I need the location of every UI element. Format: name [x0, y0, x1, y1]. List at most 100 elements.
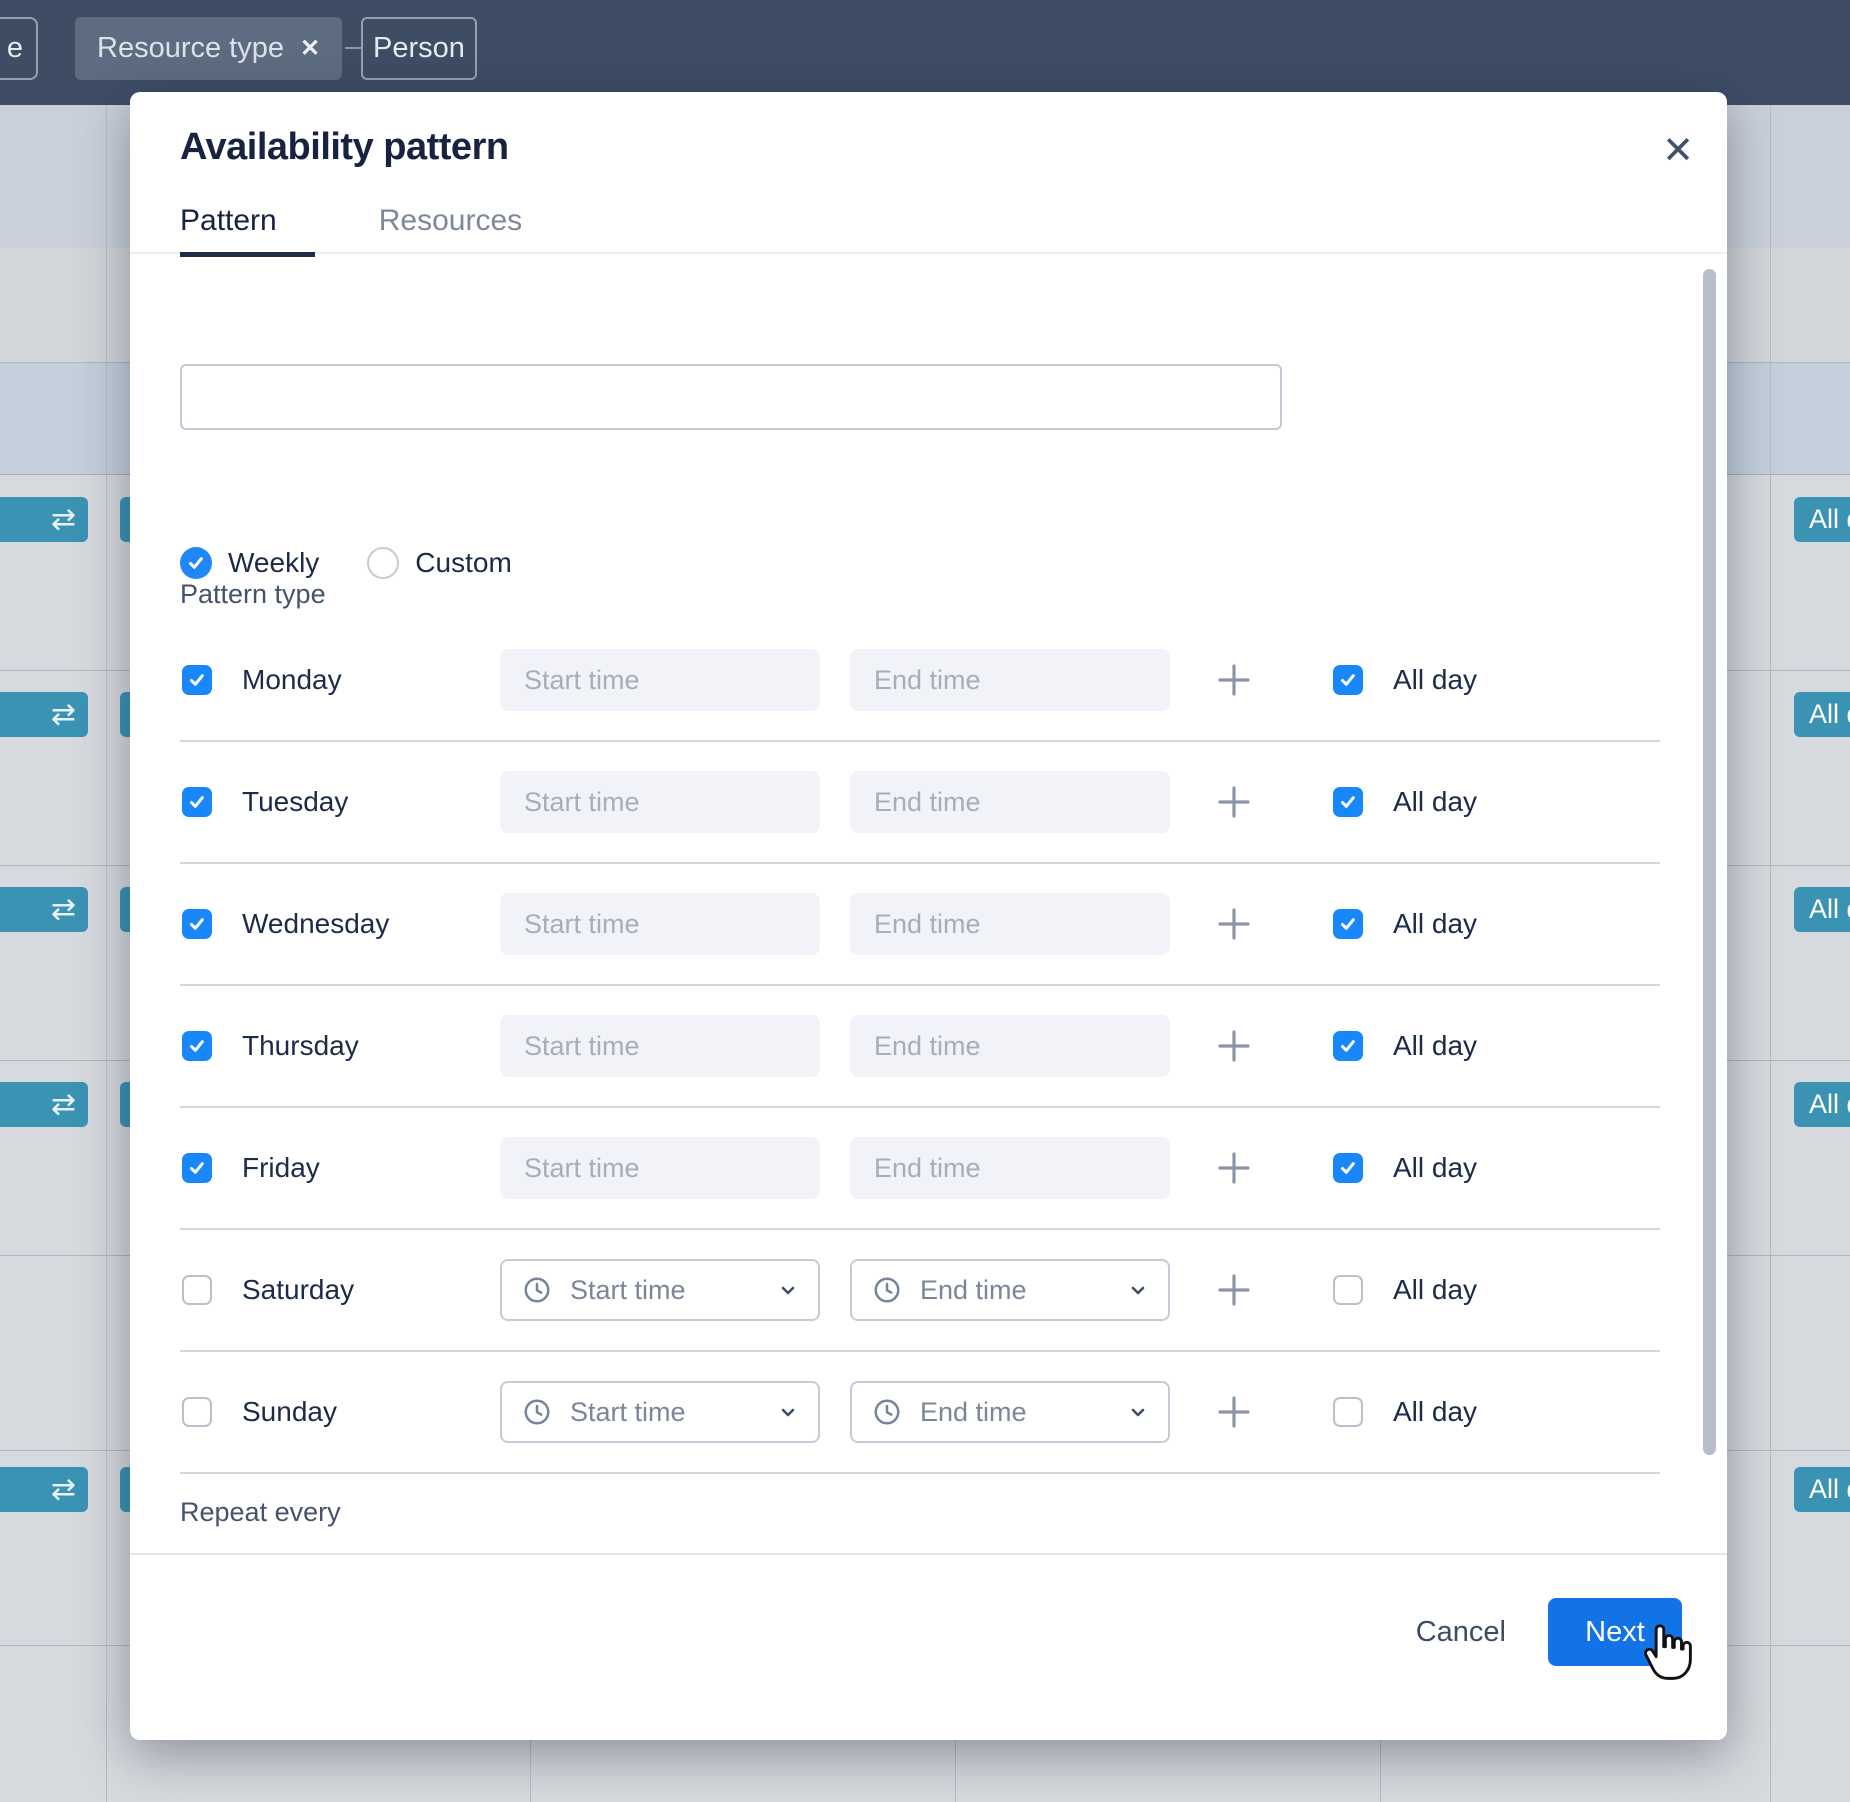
- all-day-event-chip[interactable]: All day: [1794, 1082, 1850, 1127]
- end-time-field: End time: [850, 771, 1170, 833]
- day-rows: MondayStart timeEnd timeAll day Tuesday St…: [180, 620, 1660, 1474]
- radio-unselected-icon: [367, 547, 399, 579]
- connector-line: [345, 47, 361, 49]
- repeat-icon: ⇄: [51, 895, 76, 925]
- recurring-event-chip[interactable]: ⇄: [0, 1467, 88, 1512]
- clock-icon: [522, 1397, 552, 1427]
- add-time-slot-button[interactable]: [1212, 902, 1256, 946]
- add-time-slot-button[interactable]: [1212, 658, 1256, 702]
- day-row-tuesday: Tuesday Start time End time All day: [180, 742, 1660, 864]
- event-chip-label: All day: [1809, 1474, 1850, 1505]
- all-day-checkbox[interactable]: [1333, 787, 1363, 817]
- day-checkbox[interactable]: [182, 909, 212, 939]
- day-row-wednesday: WednesdayStart timeEnd timeAll day: [180, 864, 1660, 986]
- day-row-thursday: ThursdayStart timeEnd timeAll day: [180, 986, 1660, 1108]
- day-checkbox[interactable]: [182, 1275, 212, 1305]
- day-row-sunday: Sunday Start time End time All day: [180, 1352, 1660, 1474]
- start-time-select[interactable]: Start time: [500, 1259, 820, 1321]
- add-time-slot-button[interactable]: [1212, 780, 1256, 824]
- close-icon[interactable]: ✕: [1650, 122, 1706, 178]
- day-checkbox[interactable]: [182, 1153, 212, 1183]
- all-day-label: All day: [1393, 1396, 1477, 1428]
- add-time-slot-button[interactable]: [1212, 1146, 1256, 1190]
- all-day-event-chip[interactable]: All day: [1794, 692, 1850, 737]
- repeat-icon: ⇄: [51, 1475, 76, 1505]
- all-day-event-chip[interactable]: All day: [1794, 887, 1850, 932]
- modal-scrollbar[interactable]: [1703, 269, 1716, 1455]
- filter-chip-label: Resource type: [97, 32, 284, 65]
- all-day-label: All day: [1393, 1030, 1477, 1062]
- pattern-type-options: Weekly Custom: [180, 547, 512, 579]
- clock-icon: [872, 1275, 902, 1305]
- day-label: Wednesday: [242, 908, 389, 940]
- all-day-label: All day: [1393, 1274, 1477, 1306]
- tab-resources[interactable]: Resources: [379, 204, 524, 257]
- chevron-down-icon: [776, 1400, 800, 1424]
- day-checkbox[interactable]: [182, 665, 212, 695]
- radio-selected-icon: [180, 547, 212, 579]
- all-day-label: All day: [1393, 786, 1477, 818]
- all-day-checkbox[interactable]: [1333, 665, 1363, 695]
- day-row-monday: MondayStart timeEnd timeAll day: [180, 620, 1660, 742]
- start-time-field: Start time: [500, 771, 820, 833]
- cursor-icon: [1640, 1622, 1698, 1684]
- tab-pattern[interactable]: Pattern: [180, 204, 315, 257]
- end-time-select[interactable]: End time: [850, 1259, 1170, 1321]
- partial-filter-button[interactable]: e: [0, 17, 38, 80]
- end-time-select[interactable]: End time: [850, 1381, 1170, 1443]
- all-day-checkbox[interactable]: [1333, 1275, 1363, 1305]
- end-time-field: End time: [850, 893, 1170, 955]
- end-time-field: End time: [850, 1137, 1170, 1199]
- event-chip-label: All day: [1809, 1089, 1850, 1120]
- recurring-event-chip[interactable]: ⇄: [0, 497, 88, 542]
- all-day-event-chip[interactable]: All day: [1794, 1467, 1850, 1512]
- modal-title: Availability pattern: [180, 126, 509, 169]
- calendar-column-line: [1770, 105, 1771, 1802]
- cancel-button[interactable]: Cancel: [1416, 1598, 1506, 1666]
- day-label: Sunday: [242, 1396, 337, 1428]
- radio-option-weekly[interactable]: Weekly: [180, 547, 319, 579]
- recurring-event-chip[interactable]: ⇄: [0, 887, 88, 932]
- event-chip-label: All day: [1809, 894, 1850, 925]
- chevron-down-icon: [1126, 1400, 1150, 1424]
- clock-icon: [522, 1275, 552, 1305]
- all-day-label: All day: [1393, 664, 1477, 696]
- add-time-slot-button[interactable]: [1212, 1390, 1256, 1434]
- day-checkbox[interactable]: [182, 1397, 212, 1427]
- remove-filter-icon[interactable]: ✕: [300, 34, 320, 63]
- chevron-down-icon: [1126, 1278, 1150, 1302]
- all-day-checkbox[interactable]: [1333, 909, 1363, 939]
- day-label: Thursday: [242, 1030, 359, 1062]
- repeat-every-label: Repeat every: [180, 1497, 341, 1528]
- start-time-field: Start time: [500, 1015, 820, 1077]
- all-day-label: All day: [1393, 1152, 1477, 1184]
- repeat-icon: ⇄: [51, 700, 76, 730]
- day-row-saturday: SaturdayStart timeEnd timeAll day: [180, 1230, 1660, 1352]
- day-label: Tuesday: [242, 786, 348, 818]
- all-day-event-chip[interactable]: All day: [1794, 497, 1850, 542]
- repeat-icon: ⇄: [51, 1090, 76, 1120]
- template-name-input[interactable]: [180, 364, 1282, 430]
- add-time-slot-button[interactable]: [1212, 1268, 1256, 1312]
- repeat-icon: ⇄: [51, 505, 76, 535]
- resource-type-filter-chip[interactable]: Resource type ✕: [75, 17, 342, 80]
- start-time-select[interactable]: Start time: [500, 1381, 820, 1443]
- day-label: Friday: [242, 1152, 320, 1184]
- modal-footer: Cancel Next: [130, 1553, 1727, 1740]
- day-checkbox[interactable]: [182, 1031, 212, 1061]
- recurring-event-chip[interactable]: ⇄: [0, 1082, 88, 1127]
- start-time-field: Start time: [500, 1137, 820, 1199]
- day-checkbox[interactable]: [182, 787, 212, 817]
- all-day-checkbox[interactable]: [1333, 1153, 1363, 1183]
- calendar-column-line: [106, 105, 107, 1802]
- all-day-checkbox[interactable]: [1333, 1397, 1363, 1427]
- person-filter-button[interactable]: Person: [361, 17, 477, 80]
- top-toolbar: e Resource type ✕ Person: [0, 0, 1850, 105]
- radio-option-custom[interactable]: Custom: [367, 547, 511, 579]
- recurring-event-chip[interactable]: ⇄: [0, 692, 88, 737]
- clock-icon: [872, 1397, 902, 1427]
- modal-tabs: Pattern Resources: [180, 204, 524, 257]
- all-day-label: All day: [1393, 908, 1477, 940]
- all-day-checkbox[interactable]: [1333, 1031, 1363, 1061]
- add-time-slot-button[interactable]: [1212, 1024, 1256, 1068]
